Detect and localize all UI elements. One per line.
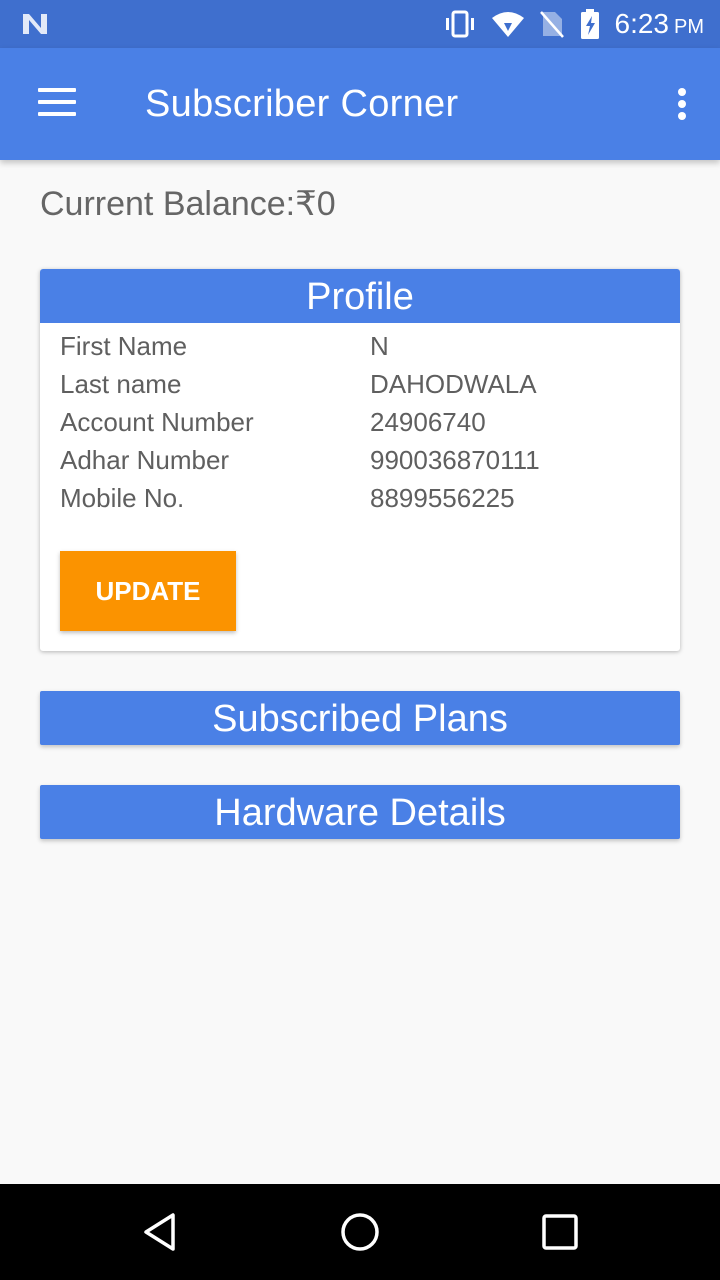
current-balance: Current Balance:₹0: [40, 185, 336, 223]
update-button[interactable]: UPDATE: [60, 551, 236, 631]
profile-details: First Name N Last name DAHODWALA Account…: [40, 323, 680, 517]
profile-header: Profile: [40, 269, 680, 323]
home-icon[interactable]: [320, 1202, 400, 1262]
mobile-value: 8899556225: [370, 482, 515, 513]
profile-row-mobile: Mobile No. 8899556225: [40, 479, 680, 517]
last-name-label: Last name: [60, 368, 182, 399]
profile-row-last-name: Last name DAHODWALA: [40, 365, 680, 403]
subscribed-plans-button[interactable]: Subscribed Plans: [40, 691, 680, 745]
vibrate-icon: [445, 10, 474, 38]
clock-ampm: PM: [674, 16, 704, 38]
adhar-number-value: 990036870111: [370, 444, 540, 475]
wifi-icon: [491, 12, 524, 37]
account-number-value: 24906740: [370, 406, 486, 437]
recents-icon[interactable]: [520, 1202, 600, 1262]
n-logo-icon: [23, 14, 47, 34]
profile-row-first-name: First Name N: [40, 327, 680, 365]
back-icon[interactable]: [120, 1202, 200, 1262]
status-bar: 6:23 PM: [0, 0, 720, 48]
battery-charging-icon: [580, 9, 599, 39]
last-name-value: DAHODWALA: [370, 368, 537, 399]
profile-row-adhar-number: Adhar Number 990036870111: [40, 441, 680, 479]
first-name-label: First Name: [60, 330, 188, 361]
account-number-label: Account Number: [60, 406, 254, 437]
status-clock: 6:23 PM: [615, 8, 705, 40]
hardware-details-button[interactable]: Hardware Details: [40, 785, 680, 839]
app-bar: Subscriber Corner: [0, 48, 720, 160]
adhar-number-label: Adhar Number: [60, 444, 230, 475]
no-sim-icon: [539, 11, 564, 38]
first-name-value: N: [370, 330, 389, 361]
profile-row-account-number: Account Number 24906740: [40, 403, 680, 441]
page-title: Subscriber Corner: [145, 83, 459, 125]
overflow-menu-icon[interactable]: [662, 82, 702, 126]
mobile-label: Mobile No.: [60, 482, 185, 513]
hamburger-menu-icon[interactable]: [20, 76, 92, 132]
system-nav-bar: [0, 1184, 720, 1280]
clock-time: 6:23: [614, 8, 670, 39]
profile-card: Profile First Name N Last name DAHODWALA…: [40, 269, 680, 651]
